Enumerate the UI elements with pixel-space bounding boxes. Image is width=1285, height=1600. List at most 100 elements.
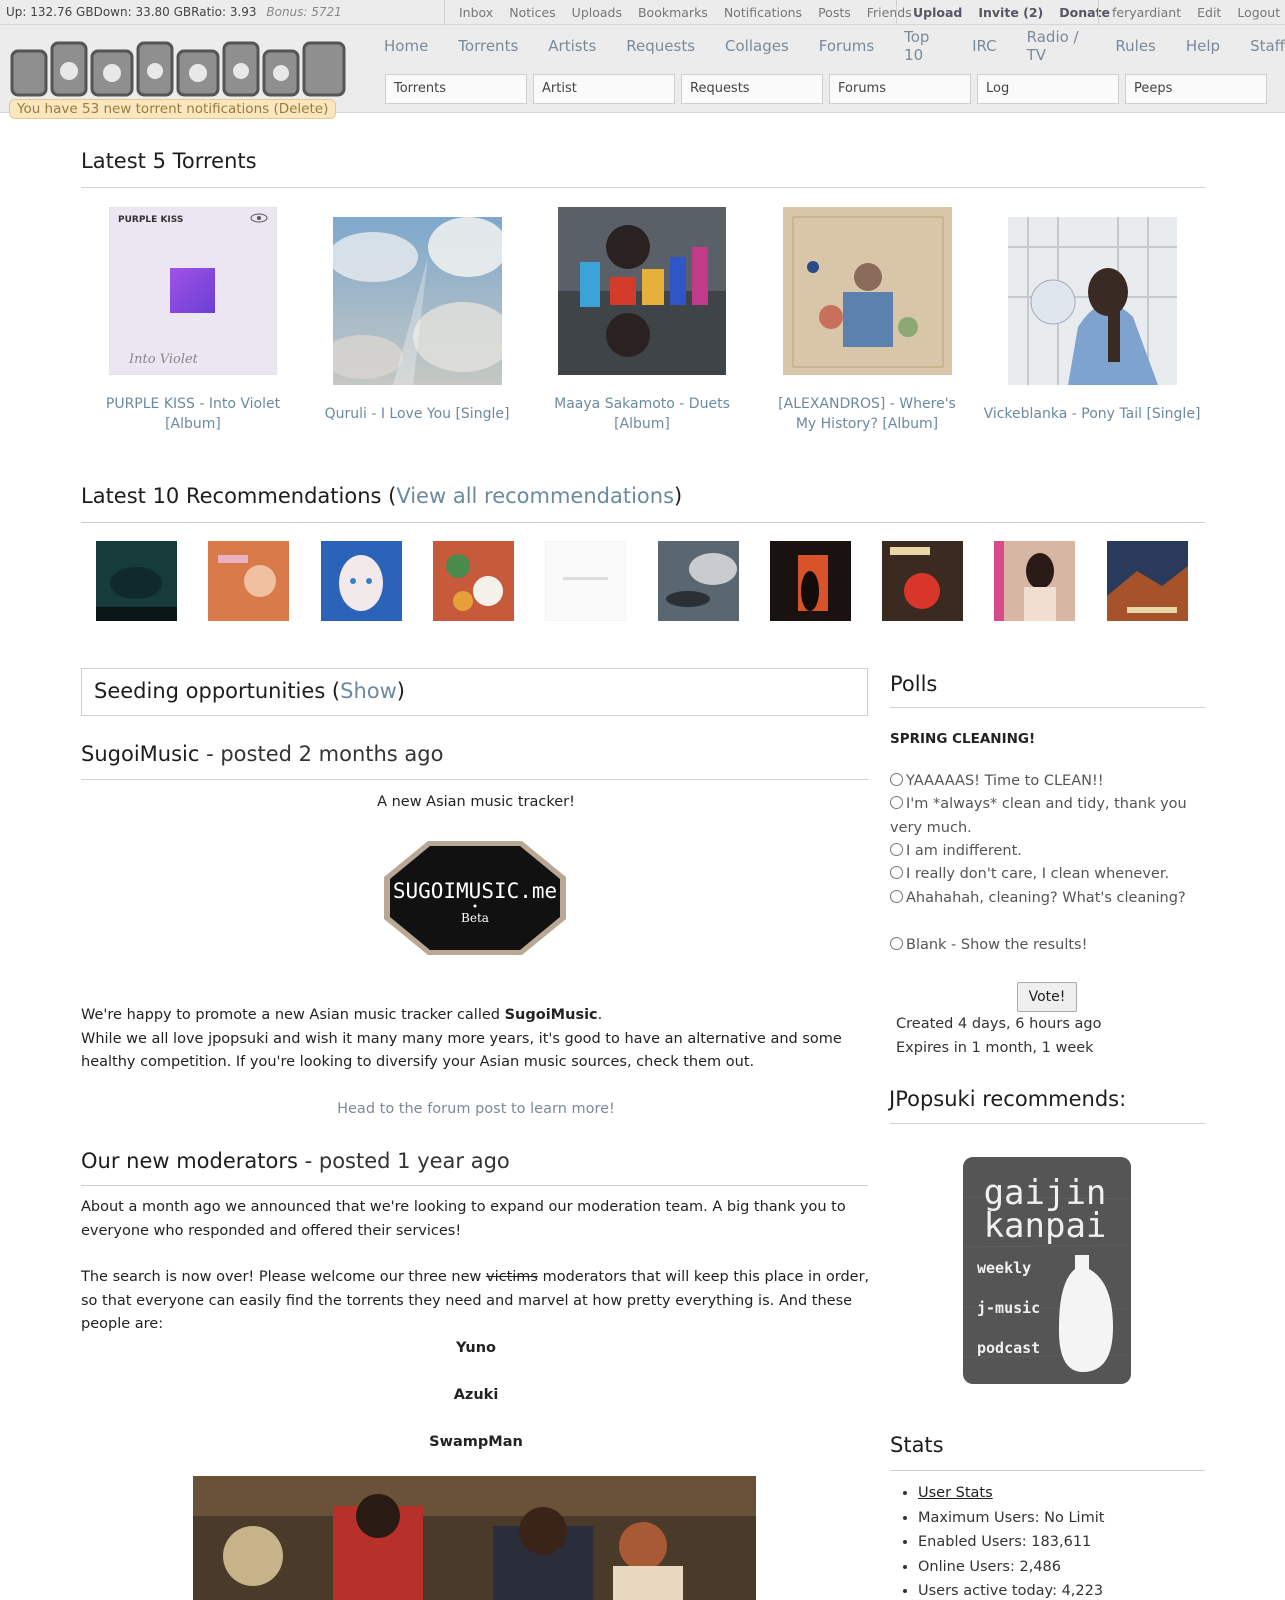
poll-option-4[interactable]: I really don't care, I clean whenever. xyxy=(890,863,1210,887)
inbox-link[interactable]: Inbox xyxy=(459,5,493,20)
logout-link[interactable]: Logout xyxy=(1237,5,1280,20)
nav-help[interactable]: Help xyxy=(1186,37,1220,55)
divider xyxy=(81,522,1205,523)
recommendation-8[interactable] xyxy=(882,541,963,621)
poll-radio[interactable] xyxy=(890,843,903,856)
search-row: Torrents Artist Requests Forums Log Peep… xyxy=(385,74,1267,104)
nav-rules[interactable]: Rules xyxy=(1115,37,1155,55)
cover-signature: Into Violet xyxy=(128,352,199,367)
search-log-input[interactable]: Log xyxy=(977,74,1119,104)
seeding-opportunities-box: Seeding opportunities (Show) xyxy=(81,668,868,716)
bookmarks-link[interactable]: Bookmarks xyxy=(638,5,708,20)
poll-radio[interactable] xyxy=(890,866,903,879)
recommendation-3[interactable] xyxy=(321,541,402,621)
poll-radio[interactable] xyxy=(890,773,903,786)
nav-irc[interactable]: IRC xyxy=(972,37,997,55)
torrent-link-1[interactable]: PURPLE KISS - Into Violet [Album] xyxy=(93,394,293,434)
poll-radio[interactable] xyxy=(890,937,903,950)
torrent-link-3[interactable]: Maaya Sakamoto - Duets [Album] xyxy=(542,394,742,434)
news-paragraph-1: We're happy to promote a new Asian music… xyxy=(81,1004,871,1075)
nav-collages[interactable]: Collages xyxy=(725,37,789,55)
stat-item: Enabled Users: 183,611 xyxy=(918,1530,1104,1555)
news-tagline: A new Asian music tracker! xyxy=(377,794,575,810)
poll-radio[interactable] xyxy=(890,796,903,809)
stat-item: Online Users: 2,486 xyxy=(918,1555,1104,1580)
poll-option-2[interactable]: I'm *always* clean and tidy, thank you v… xyxy=(890,793,1210,840)
recommendation-6[interactable] xyxy=(658,541,739,621)
nav-forums[interactable]: Forums xyxy=(819,37,874,55)
invite-link[interactable]: Invite (2) xyxy=(978,5,1043,20)
posts-link[interactable]: Posts xyxy=(818,5,851,20)
p2-text: The search is now over! Please welcome o… xyxy=(81,1269,486,1285)
search-requests-input[interactable]: Requests xyxy=(681,74,823,104)
nav-home[interactable]: Home xyxy=(384,37,428,55)
view-all-recommendations-link[interactable]: View all recommendations xyxy=(396,484,674,508)
upload-link[interactable]: Upload xyxy=(913,5,962,20)
news-title-text: SugoiMusic xyxy=(81,742,200,766)
banner-line-2: kanpai xyxy=(984,1206,1107,1246)
torrent-link-4[interactable]: [ALEXANDROS] - Where's My History? [Albu… xyxy=(767,394,967,434)
recommendation-9[interactable] xyxy=(994,541,1075,621)
sugoimusic-logo[interactable]: SUGOIMUSIC.me Beta xyxy=(380,837,570,959)
poll-radio[interactable] xyxy=(890,890,903,903)
p2-strike: victims xyxy=(485,1269,538,1285)
news-title-text: Our new moderators xyxy=(81,1149,298,1173)
nav-artists[interactable]: Artists xyxy=(548,37,596,55)
news-title-1: SugoiMusic - posted 2 months ago xyxy=(81,742,443,766)
recommendation-5[interactable] xyxy=(545,541,626,621)
action-links: Upload Invite (2) Donate xyxy=(905,0,1118,25)
news-title-2: Our new moderators - posted 1 year ago xyxy=(81,1149,510,1173)
nav-radio-tv[interactable]: Radio / TV xyxy=(1027,28,1086,64)
upload-stat: Up: 132.76 GB xyxy=(6,5,94,19)
poll-option-3[interactable]: I am indifferent. xyxy=(890,840,1210,864)
nav-requests[interactable]: Requests xyxy=(626,37,695,55)
nav-staff[interactable]: Staff xyxy=(1250,37,1285,55)
donate-link[interactable]: Donate xyxy=(1059,5,1110,20)
torrent-cover-4[interactable] xyxy=(783,207,952,375)
nav-torrents[interactable]: Torrents xyxy=(458,37,518,55)
gaijin-kanpai-podcast-banner[interactable]: gaijin kanpai weekly j-music podcast xyxy=(963,1157,1131,1384)
search-artist-input[interactable]: Artist xyxy=(533,74,675,104)
recommendation-7[interactable] xyxy=(770,541,851,621)
recommendation-4[interactable] xyxy=(433,541,514,621)
uploads-link[interactable]: Uploads xyxy=(572,5,622,20)
news-paragraph-3: The search is now over! Please welcome o… xyxy=(81,1266,871,1337)
recommendation-1[interactable] xyxy=(96,541,177,621)
search-torrents-input[interactable]: Torrents xyxy=(385,74,527,104)
torrent-cover-2[interactable] xyxy=(333,217,502,385)
torrent-link-5[interactable]: Vickeblanka - Pony Tail [Single] xyxy=(982,404,1202,424)
user-links: Inbox Notices Uploads Bookmarks Notifica… xyxy=(451,0,920,25)
poll-option-label: I really don't care, I clean whenever. xyxy=(906,866,1170,882)
moderator-2: Azuki xyxy=(453,1387,499,1403)
edit-link[interactable]: Edit xyxy=(1197,5,1221,20)
site-logo[interactable] xyxy=(8,37,348,99)
torrent-cover-5[interactable] xyxy=(1008,217,1177,385)
poll-option-blank[interactable]: Blank - Show the results! xyxy=(890,934,1210,958)
seeding-show-link[interactable]: Show xyxy=(340,679,397,703)
forum-post-link[interactable]: Head to the forum post to learn more! xyxy=(337,1101,615,1117)
user-stats: Up: 132.76 GBDown: 33.80 GBRatio: 3.93 B… xyxy=(6,5,342,19)
torrent-link-2[interactable]: Quruli - I Love You [Single] xyxy=(317,404,517,424)
notices-link[interactable]: Notices xyxy=(509,5,555,20)
torrent-notification-banner[interactable]: You have 53 new torrent notifications (D… xyxy=(9,99,337,119)
recommendation-10[interactable] xyxy=(1107,541,1188,621)
poll-option-1[interactable]: YAAAAAS! Time to CLEAN!! xyxy=(890,770,1210,794)
news-paragraph-2: About a month ago we announced that we'r… xyxy=(81,1199,846,1239)
news-image xyxy=(193,1476,756,1600)
vote-button[interactable]: Vote! xyxy=(1017,982,1077,1012)
torrent-cover-3[interactable] xyxy=(558,207,726,375)
search-peeps-input[interactable]: Peeps xyxy=(1125,74,1267,104)
polls-heading: Polls xyxy=(890,672,938,696)
divider xyxy=(890,1123,1205,1124)
recommendation-2[interactable] xyxy=(208,541,289,621)
notifications-link[interactable]: Notifications xyxy=(724,5,802,20)
search-forums-input[interactable]: Forums xyxy=(829,74,971,104)
nav-top10[interactable]: Top 10 xyxy=(904,28,942,64)
poll-option-5[interactable]: Ahahahah, cleaning? What's cleaning? xyxy=(890,887,1210,911)
torrent-cover-1[interactable]: PURPLE KISS Into Violet xyxy=(109,207,277,375)
bonus-stat: Bonus: 5721 xyxy=(266,5,342,19)
ratio-stat: Ratio: 3.93 xyxy=(191,5,257,19)
username-link[interactable]: feryardiant xyxy=(1112,5,1181,20)
user-stats-link[interactable]: User Stats xyxy=(918,1485,993,1501)
forum-link-wrap: Head to the forum post to learn more! xyxy=(81,1098,871,1122)
